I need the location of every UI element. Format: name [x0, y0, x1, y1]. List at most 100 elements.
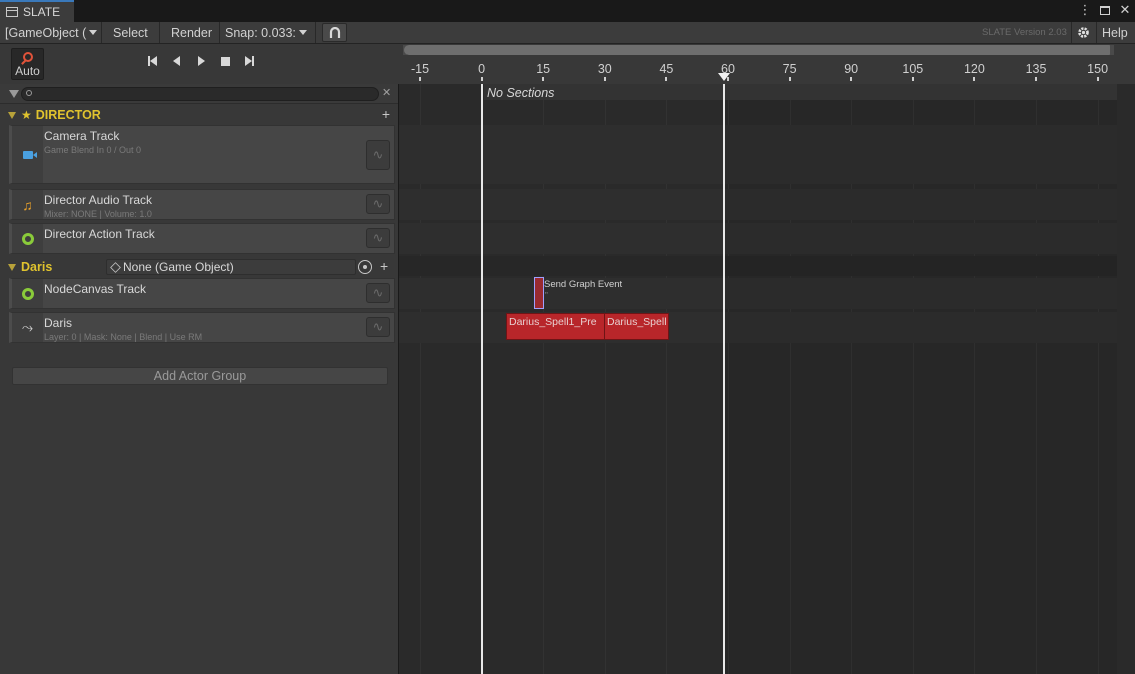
select-button[interactable]: Select [113, 22, 148, 43]
track-subtitle: Mixer: NONE | Volume: 1.0 [44, 209, 152, 219]
track-animation[interactable]: ⤳ Daris Layer: 0 | Mask: None | Blend | … [9, 312, 395, 343]
animation-clip[interactable]: Darius_Spell1_Pre [506, 313, 605, 340]
collapse-arrow-icon[interactable] [8, 263, 16, 271]
track-subtitle: Game Blend In 0 / Out 0 [44, 145, 142, 155]
playback-controls: Auto [0, 44, 399, 84]
sections-bar[interactable] [484, 84, 1117, 100]
snap-dropdown-label: Snap: 0.033: [225, 25, 296, 40]
skip-start-icon [149, 56, 157, 66]
curves-icon[interactable]: ∿ [366, 140, 390, 170]
track-director-action[interactable]: Director Action Track ∿ [9, 223, 395, 254]
star-icon: ★ [21, 108, 32, 122]
gear-icon [1078, 27, 1089, 38]
track-name: Camera Track [44, 129, 120, 143]
ring-icon [21, 287, 34, 300]
track-name: NodeCanvas Track [44, 282, 147, 296]
ruler-tick-mark [542, 77, 545, 81]
render-button[interactable]: Render [171, 22, 212, 43]
director-group-header[interactable]: ★ DIRECTOR + [6, 106, 396, 124]
select-button-label: Select [113, 25, 148, 40]
ruler-tick-mark [1035, 77, 1037, 81]
collapse-arrow-icon[interactable] [8, 111, 16, 119]
ruler-tick-mark [973, 77, 976, 81]
stop-button[interactable] [218, 54, 232, 68]
clear-search-icon[interactable]: ✕ [382, 86, 391, 99]
curves-icon[interactable]: ∿ [366, 317, 390, 337]
help-button-label: Help [1102, 25, 1128, 40]
timeline-scrollbar[interactable] [404, 45, 1114, 55]
skip-to-start-button[interactable] [145, 54, 159, 68]
track-nodecanvas[interactable]: NodeCanvas Track ∿ [9, 278, 395, 309]
ruler-tick-label: 0 [478, 62, 486, 76]
curves-icon[interactable]: ∿ [366, 283, 390, 303]
more-options-icon[interactable]: ⋮ [1079, 2, 1092, 18]
ruler-tick-label: -15 [410, 62, 430, 76]
maximize-icon[interactable] [1099, 2, 1111, 18]
target-dropdown[interactable]: [GameObject ( [5, 22, 98, 43]
track-subtitle: Layer: 0 | Mask: None | Blend | Use RM [44, 332, 203, 342]
ruler-tick-mark [419, 77, 421, 81]
add-actor-group-button[interactable]: Add Actor Group [12, 367, 388, 385]
send-graph-event-clip[interactable] [534, 277, 544, 309]
actor-group-name: Daris [21, 260, 53, 274]
camera-icon [22, 150, 37, 159]
magnet-icon [329, 26, 340, 38]
ruler-tick-label: 30 [597, 62, 612, 76]
skip-to-end-button[interactable] [242, 54, 256, 68]
animation-clip[interactable]: Darius_Spell [604, 313, 669, 340]
add-track-icon[interactable]: + [382, 106, 390, 122]
divider [1096, 22, 1097, 43]
director-group-name: DIRECTOR [35, 108, 101, 122]
snap-dropdown[interactable]: Snap: 0.033: [225, 22, 307, 43]
timeline-area[interactable]: No Sections Send Graph Event " Darius_Sp… [399, 84, 1117, 674]
play-button[interactable] [194, 54, 208, 68]
actor-object-field[interactable]: None (Game Object) [106, 259, 356, 275]
add-track-icon[interactable]: + [380, 258, 393, 274]
track-icon-cell [12, 279, 43, 308]
close-icon[interactable]: ✕ [1119, 2, 1131, 18]
music-note-icon: ♫ [22, 196, 33, 213]
tracks-panel: ✕ ★ DIRECTOR + Camera Track Game Blend I… [0, 84, 399, 674]
playhead-handle[interactable] [718, 73, 730, 81]
track-icon-cell [12, 224, 43, 253]
event-clip-label: Send Graph Event [544, 279, 623, 290]
tab-title: SLATE [23, 5, 61, 19]
ruler-tick-label: 105 [902, 62, 924, 76]
animation-icon: ⤳ [21, 319, 34, 335]
scrollbar-right-handle[interactable] [1110, 45, 1114, 55]
window-titlebar: SLATE ⋮ ✕ [0, 0, 1135, 22]
curves-icon[interactable]: ∿ [366, 228, 390, 248]
step-back-icon [172, 56, 180, 66]
out-of-range-shade [724, 84, 1117, 674]
ruler-tick-label: 150 [1087, 62, 1109, 76]
track-director-audio[interactable]: ♫ Director Audio Track Mixer: NONE | Vol… [9, 189, 395, 220]
help-button[interactable]: Help [1102, 22, 1128, 43]
ruler-tick-mark [603, 77, 606, 81]
actor-object-value: None (Game Object) [123, 260, 234, 274]
playhead-line[interactable] [723, 84, 725, 674]
ruler-tick-label: 120 [963, 62, 985, 76]
search-icon [26, 90, 32, 96]
right-margin [1117, 84, 1135, 674]
skip-end-bar-icon [251, 56, 254, 66]
ruler-tick-mark [850, 77, 853, 81]
settings-button[interactable] [1077, 22, 1090, 43]
track-name: Director Audio Track [44, 193, 153, 207]
slate-window-tab[interactable]: SLATE [0, 0, 74, 22]
track-search-input[interactable] [21, 87, 379, 101]
object-picker-icon[interactable] [358, 260, 372, 274]
ruler-tick-label: 15 [536, 62, 551, 76]
auto-key-button[interactable]: Auto [11, 48, 44, 80]
step-back-button[interactable] [169, 54, 183, 68]
divider [219, 22, 220, 43]
filter-icon[interactable] [9, 90, 19, 98]
ruler-tick-label: 135 [1025, 62, 1047, 76]
curves-icon[interactable]: ∿ [366, 194, 390, 214]
ruler-tick-label: 75 [782, 62, 797, 76]
window-controls: ⋮ ✕ [1079, 2, 1131, 18]
toolbar: [GameObject ( Select Render Snap: 0.033:… [0, 22, 1135, 44]
ruler-tick-label: 90 [844, 62, 859, 76]
track-camera[interactable]: Camera Track Game Blend In 0 / Out 0 ∿ [9, 125, 395, 184]
divider [101, 22, 102, 43]
magnet-snap-toggle[interactable] [322, 23, 347, 42]
